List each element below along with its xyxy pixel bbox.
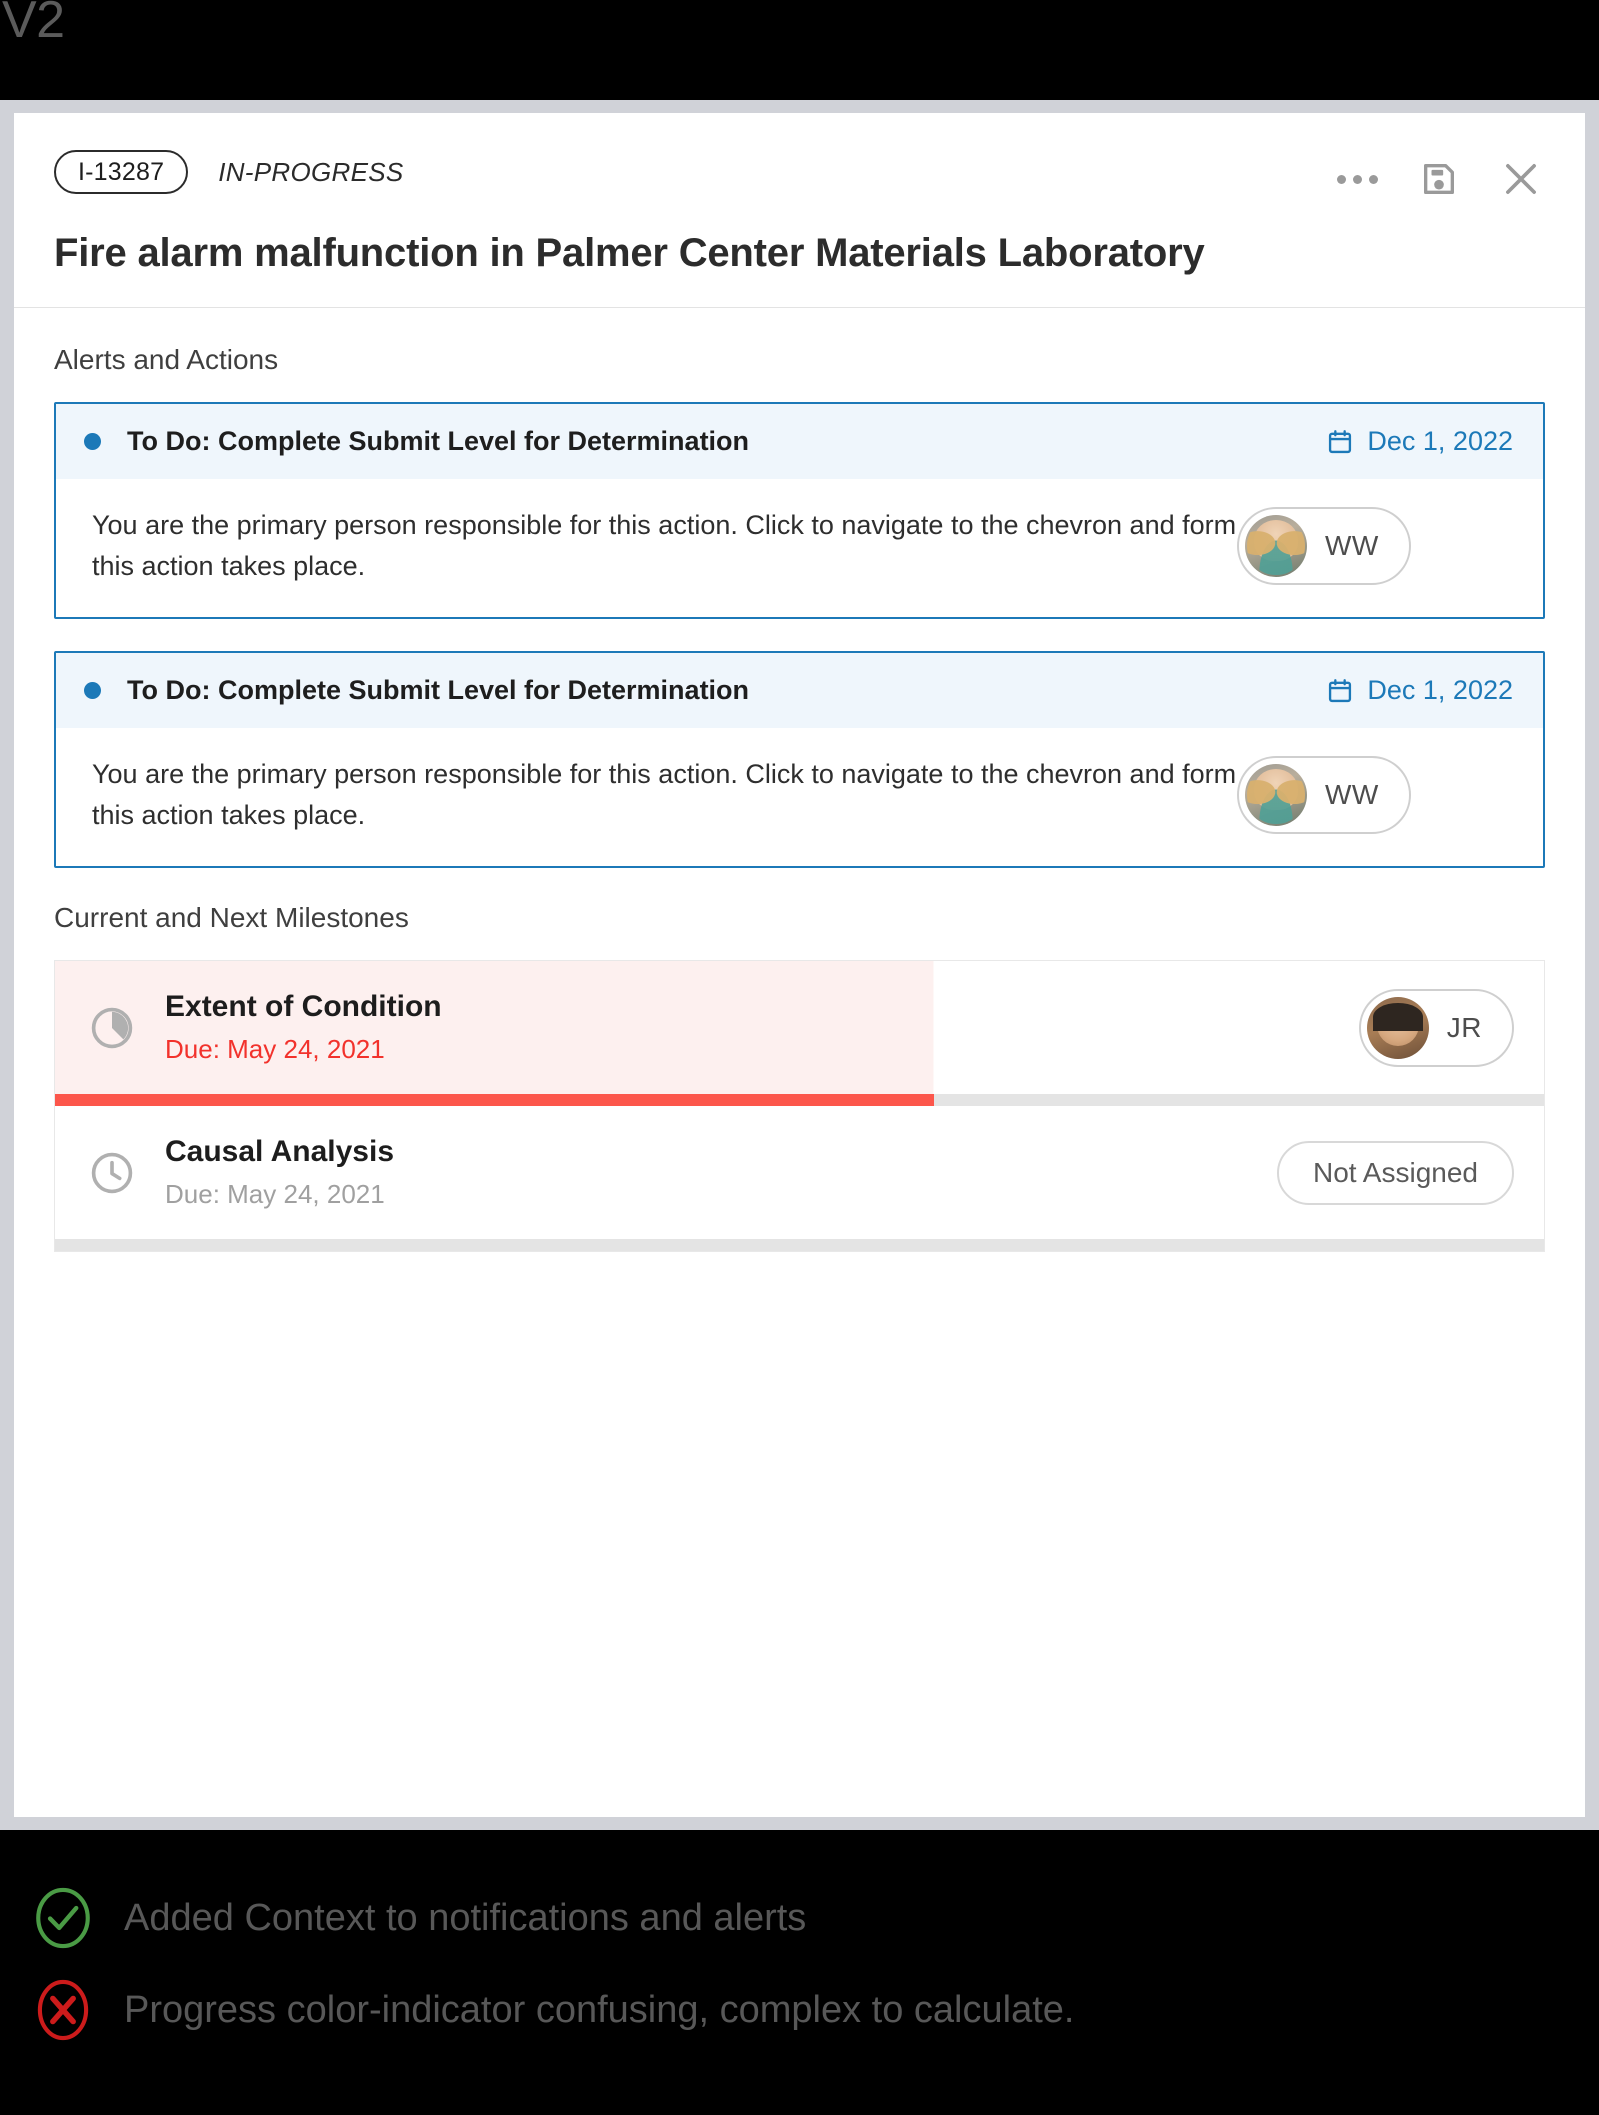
panel-header: I-13287 IN-PROGRESS Fire alarm malfuncti…: [14, 113, 1585, 308]
issue-detail-panel: I-13287 IN-PROGRESS Fire alarm malfuncti…: [14, 113, 1585, 1817]
annotation-positive-text: Added Context to notifications and alert…: [124, 1897, 807, 1939]
alert-card-body: You are the primary person responsible f…: [56, 728, 1543, 866]
x-circle-icon: [37, 1979, 89, 2041]
annotation-negative-text: Progress color-indicator confusing, comp…: [124, 1989, 1075, 2031]
assignee-initials: JR: [1446, 1011, 1482, 1043]
clock-icon: [89, 1150, 135, 1196]
status-badge: IN-PROGRESS: [218, 156, 404, 187]
calendar-icon: [1329, 429, 1352, 453]
close-button[interactable]: [1497, 155, 1545, 203]
alert-description: You are the primary person responsible f…: [92, 510, 1237, 581]
pie-progress-icon: [89, 1005, 135, 1051]
top-black-strip: V2: [0, 0, 1599, 100]
page-title: Fire alarm malfunction in Palmer Center …: [54, 231, 1205, 275]
milestone-info: Extent of Condition Due: May 24, 2021: [165, 987, 1359, 1068]
milestone-name: Extent of Condition: [165, 990, 442, 1023]
milestone-name: Causal Analysis: [165, 1135, 394, 1168]
avatar: [1245, 764, 1307, 826]
alert-title: To Do: Complete Submit Level for Determi…: [127, 426, 750, 456]
alert-due-date: Dec 1, 2022: [1326, 426, 1513, 457]
milestone-content: Causal Analysis Due: May 24, 2021 Not As…: [55, 1106, 1544, 1239]
avatar: [1366, 996, 1429, 1059]
milestone-due-date: Due: May 24, 2021: [165, 1179, 385, 1209]
assignee-initials: WW: [1325, 779, 1379, 810]
milestone-row[interactable]: Extent of Condition Due: May 24, 2021 JR: [55, 961, 1544, 1106]
more-options-button[interactable]: [1333, 155, 1381, 203]
ellipsis-icon: [1336, 174, 1378, 184]
alerts-section-heading: Alerts and Actions: [54, 344, 279, 375]
milestones-section-heading: Current and Next Milestones: [54, 902, 409, 933]
assignee-chip[interactable]: JR: [1358, 988, 1514, 1067]
alert-date-text: Dec 1, 2022: [1367, 675, 1513, 705]
panel-body: Alerts and Actions To Do: Complete Submi…: [14, 308, 1585, 1252]
assignee-chip[interactable]: WW: [1237, 507, 1411, 585]
header-action-buttons: [1333, 155, 1545, 203]
milestone-content: Extent of Condition Due: May 24, 2021 JR: [55, 961, 1544, 1094]
alert-card[interactable]: To Do: Complete Submit Level for Determi…: [54, 651, 1545, 868]
assignee-initials: WW: [1325, 530, 1379, 561]
close-icon: [1506, 164, 1536, 194]
milestone-list: Extent of Condition Due: May 24, 2021 JR: [54, 960, 1545, 1252]
milestone-info: Causal Analysis Due: May 24, 2021: [165, 1132, 1277, 1213]
version-label: V2: [2, 0, 65, 49]
alert-due-date: Dec 1, 2022: [1326, 675, 1513, 706]
unread-dot-icon: [84, 433, 101, 450]
not-assigned-chip[interactable]: Not Assigned: [1277, 1140, 1514, 1205]
alert-card-header: To Do: Complete Submit Level for Determi…: [56, 653, 1543, 728]
annotation-notes: Added Context to notifications and alert…: [0, 1830, 1599, 2115]
check-circle-icon: [36, 1887, 90, 1949]
alert-card-body: You are the primary person responsible f…: [56, 479, 1543, 617]
milestone-progress-fill: [55, 1094, 934, 1106]
alert-title: To Do: Complete Submit Level for Determi…: [127, 675, 750, 705]
milestone-due-date: Due: May 24, 2021: [165, 1034, 385, 1064]
annotation-positive: Added Context to notifications and alert…: [30, 1872, 1599, 1964]
annotation-negative: Progress color-indicator confusing, comp…: [30, 1964, 1599, 2056]
save-button[interactable]: [1415, 155, 1463, 203]
save-icon: [1424, 164, 1454, 194]
milestone-progress-track: [55, 1239, 1544, 1251]
header-meta-row: I-13287 IN-PROGRESS: [54, 149, 1545, 195]
milestone-row[interactable]: Causal Analysis Due: May 24, 2021 Not As…: [55, 1106, 1544, 1251]
avatar: [1245, 515, 1307, 577]
alert-description: You are the primary person responsible f…: [92, 759, 1237, 830]
issue-id-badge: I-13287: [54, 150, 189, 194]
assignee-chip[interactable]: WW: [1237, 756, 1411, 834]
alert-card-header: To Do: Complete Submit Level for Determi…: [56, 404, 1543, 479]
calendar-icon: [1329, 678, 1352, 702]
unread-dot-icon: [84, 682, 101, 699]
alert-date-text: Dec 1, 2022: [1367, 426, 1513, 456]
milestone-progress-track: [55, 1094, 1544, 1106]
alert-card[interactable]: To Do: Complete Submit Level for Determi…: [54, 402, 1545, 619]
